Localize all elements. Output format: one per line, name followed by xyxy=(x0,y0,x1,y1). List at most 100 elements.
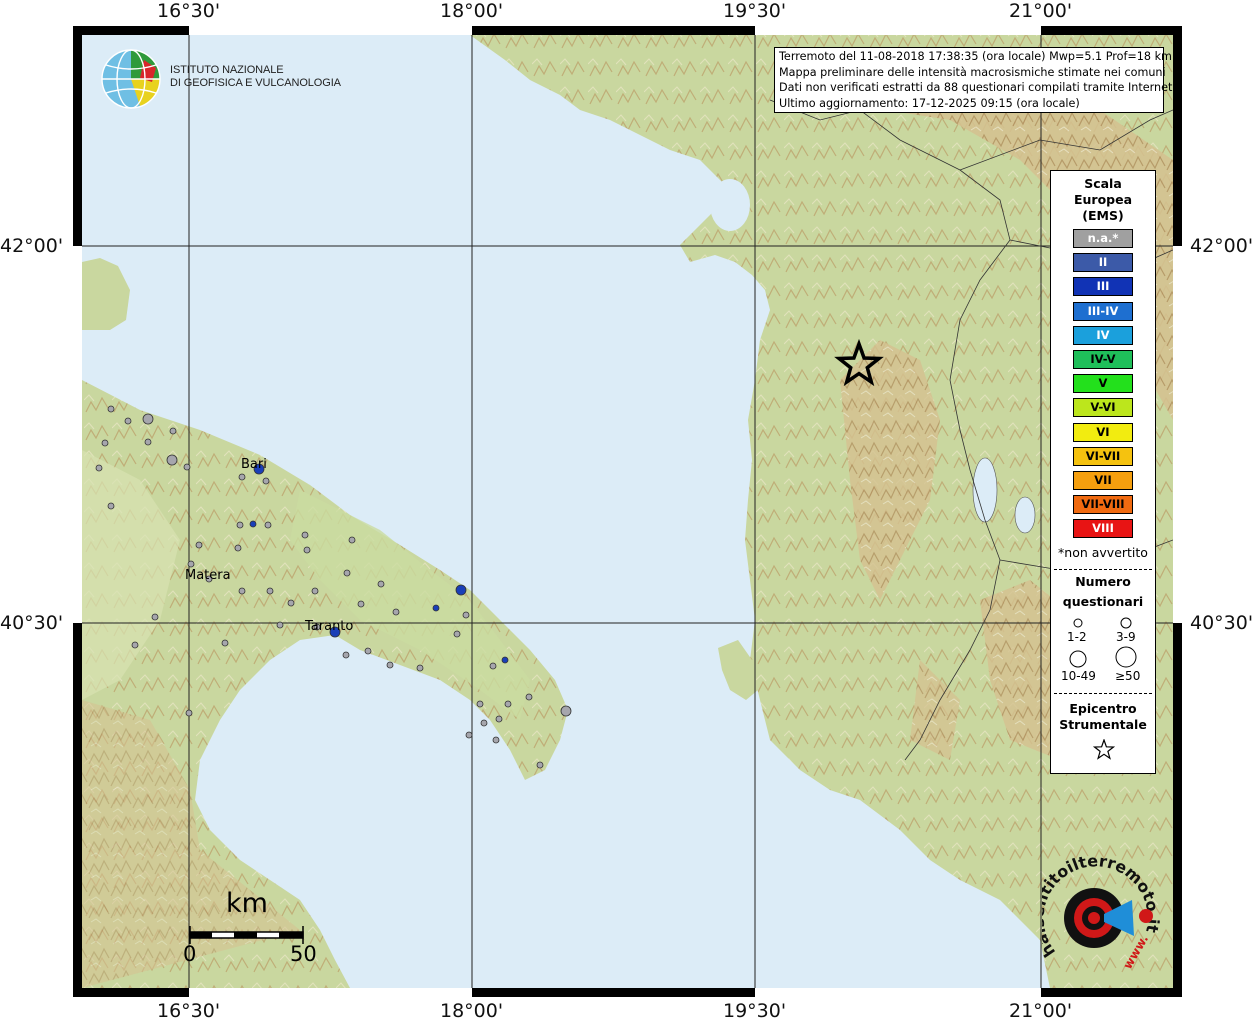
survey-point xyxy=(301,531,309,539)
survey-point xyxy=(107,405,115,413)
ems-level-swatch: VII xyxy=(1073,471,1133,490)
ems-level-swatch: V-VI xyxy=(1073,398,1133,418)
size-label: 3-9 xyxy=(1116,630,1136,644)
legend-title-line: (EMS) xyxy=(1082,208,1124,223)
survey-point xyxy=(480,719,488,727)
survey-point xyxy=(266,587,274,595)
survey-point xyxy=(101,439,109,447)
survey-point xyxy=(249,520,257,528)
event-info-line: Ultimo aggiornamento: 17-12-2025 09:15 (… xyxy=(779,96,1080,110)
lat-label-left-1: 42°00' xyxy=(0,235,64,257)
lon-label-top-3: 19°30' xyxy=(723,0,787,22)
survey-point xyxy=(492,736,500,744)
survey-point xyxy=(501,656,509,664)
lat-label-left-2: 40°30' xyxy=(0,612,64,634)
survey-point xyxy=(476,700,484,708)
star-icon xyxy=(1093,739,1115,760)
survey-point xyxy=(169,427,177,435)
size-label: 10-49 xyxy=(1061,669,1096,683)
epicenter-title: Strumentale xyxy=(1059,717,1147,732)
survey-point xyxy=(107,502,115,510)
scalebar-start: 0 xyxy=(183,942,197,966)
survey-point xyxy=(489,662,497,670)
survey-point xyxy=(357,600,365,608)
ems-level-swatch: II xyxy=(1073,253,1133,273)
survey-point xyxy=(495,715,503,723)
size-symbol-1-2 xyxy=(1073,618,1083,628)
lon-label-bottom-4: 21°00' xyxy=(1009,1000,1073,1022)
survey-point xyxy=(303,546,311,554)
survey-point xyxy=(342,651,350,659)
survey-point xyxy=(377,580,385,588)
not-felt-note: *non avvertito xyxy=(1058,545,1148,560)
survey-point xyxy=(462,611,470,619)
event-info-line: Dati non verificati estratti da 88 quest… xyxy=(779,81,1176,94)
survey-point xyxy=(234,544,242,552)
survey-point xyxy=(236,521,244,529)
survey-point xyxy=(311,587,319,595)
survey-point xyxy=(144,438,152,446)
ingv-name: ISTITUTO NAZIONALE DI GEOFISICA E VULCAN… xyxy=(170,64,341,90)
survey-point xyxy=(95,464,103,472)
ems-level-swatch: VI-VII xyxy=(1073,446,1133,466)
size-label: 1-2 xyxy=(1067,630,1087,644)
survey-point xyxy=(183,463,191,471)
survey-point xyxy=(465,731,473,739)
size-symbol-10-49 xyxy=(1069,650,1087,668)
lake-shkoder xyxy=(710,179,750,231)
hsit-logo-www: www. xyxy=(1120,932,1151,971)
survey-point xyxy=(536,761,544,769)
size-symbol-3-9 xyxy=(1120,617,1132,629)
ems-level-swatch: n.a.* xyxy=(1073,229,1133,248)
size-label: ≥50 xyxy=(1115,669,1141,683)
ems-level-swatch: V xyxy=(1073,374,1133,394)
survey-point xyxy=(221,639,229,647)
epicenter-title: Epicentro xyxy=(1069,701,1137,716)
lon-label-bottom-1: 16°30' xyxy=(157,1000,221,1022)
survey-point xyxy=(195,541,203,549)
legend-divider xyxy=(1054,569,1152,570)
legend-title-line: Scala xyxy=(1084,176,1122,191)
event-info-box: Terremoto del 11-08-2018 17:38:35 (ora l… xyxy=(774,47,1176,113)
survey-point xyxy=(287,599,295,607)
lon-label-top-4: 21°00' xyxy=(1009,0,1073,22)
survey-point xyxy=(525,693,533,701)
ems-level-swatch: IV-V xyxy=(1073,350,1133,369)
hai-sentito-logo: haisentitoilterremoto.it www. xyxy=(1028,842,1162,982)
city-label-bari: Bari xyxy=(241,457,267,472)
survey-point xyxy=(343,569,351,577)
legend-title: Scala Europea (EMS) xyxy=(1051,171,1155,224)
city-label-taranto: Taranto xyxy=(305,619,354,634)
city-label-matera: Matera xyxy=(185,568,231,583)
lon-label-top-1: 16°30' xyxy=(157,0,221,22)
survey-point xyxy=(392,608,400,616)
ems-level-swatch: VIII xyxy=(1073,519,1133,539)
lake-ohrid xyxy=(972,457,998,523)
lon-label-top-2: 18°00' xyxy=(440,0,504,22)
survey-point xyxy=(348,536,356,544)
lon-label-bottom-3: 19°30' xyxy=(723,1000,787,1022)
survey-point xyxy=(453,630,461,638)
survey-point xyxy=(264,521,272,529)
survey-point xyxy=(151,613,159,621)
survey-point xyxy=(142,413,154,425)
survey-point xyxy=(416,664,424,672)
ingv-name-line1: ISTITUTO NAZIONALE xyxy=(170,64,284,76)
survey-point xyxy=(262,477,270,485)
ems-level-swatch: IV xyxy=(1073,325,1133,345)
event-info-line: Mappa preliminare delle intensità macros… xyxy=(779,65,1166,79)
ems-level-swatch: III-IV xyxy=(1073,301,1133,321)
survey-point xyxy=(166,454,178,466)
globe-icon xyxy=(101,49,161,109)
ems-level-swatch: VI xyxy=(1073,422,1133,442)
survey-point xyxy=(185,709,193,717)
survey-point xyxy=(238,587,246,595)
scalebar-end: 50 xyxy=(290,942,317,966)
hsit-logo-icon: haisentitoilterremoto.it www. xyxy=(1028,851,1162,971)
ems-level-swatch: VII-VIII xyxy=(1073,495,1133,515)
lat-label-right-1: 42°00' xyxy=(1190,235,1254,257)
survey-point xyxy=(187,560,195,568)
survey-point xyxy=(386,661,394,669)
ems-level-swatch: III xyxy=(1073,277,1133,297)
size-symbol-50 xyxy=(1115,646,1137,668)
